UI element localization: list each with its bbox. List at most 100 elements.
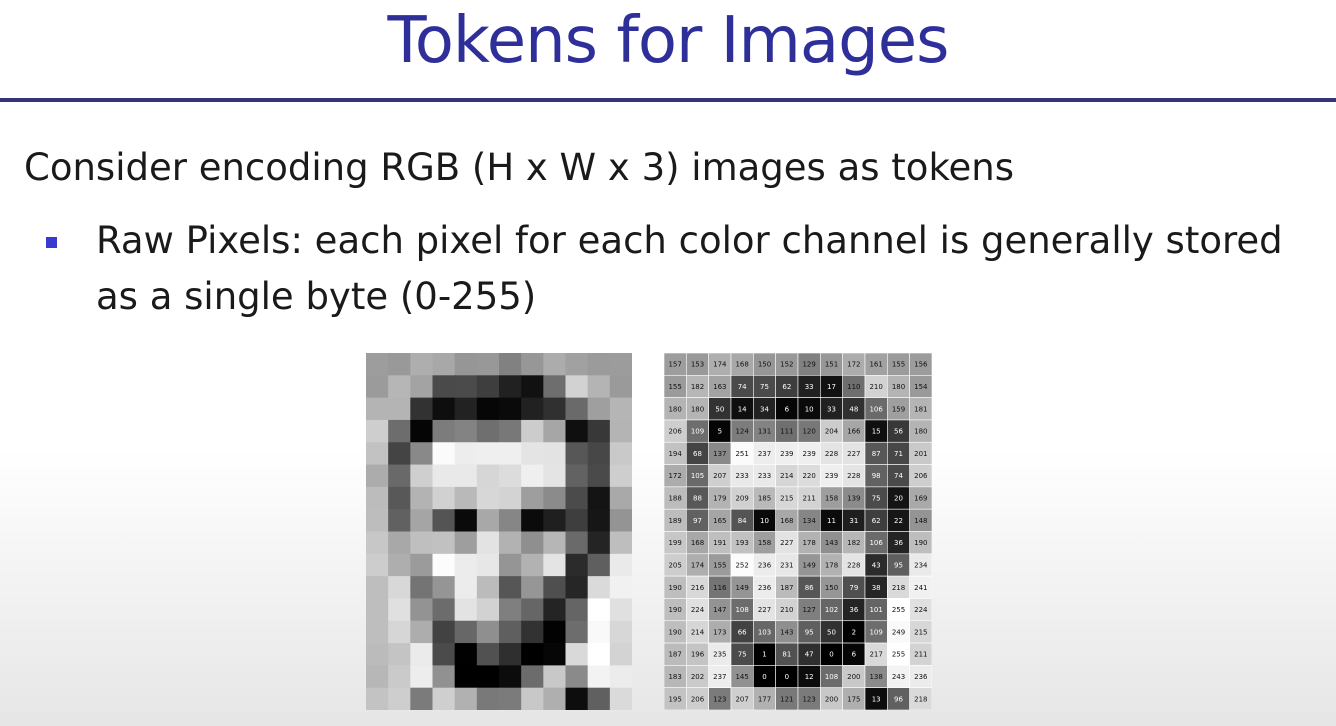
pixel-value-label: 202 — [691, 673, 704, 681]
pixel-value-label: 206 — [668, 428, 682, 436]
pixel-cell — [543, 375, 566, 399]
pixel-cell — [454, 687, 478, 710]
pixel-cell — [388, 531, 411, 555]
pixel-cell — [476, 687, 500, 710]
pixel-value-label: 241 — [914, 584, 927, 592]
pixel-value-label: 235 — [713, 651, 726, 659]
pixel-cell — [366, 509, 389, 532]
pixel-value-label: 36 — [894, 539, 903, 547]
pixel-cell — [609, 419, 632, 443]
pixel-value-label: 149 — [735, 584, 748, 592]
pixel-cell — [388, 687, 411, 710]
pixel-value-label: 227 — [847, 450, 860, 458]
pixel-cell — [543, 397, 566, 421]
pixel-cell — [476, 442, 500, 466]
pixel-value-label: 129 — [802, 361, 815, 369]
pixel-cell — [366, 687, 389, 710]
pixel-value-label: 220 — [802, 472, 815, 480]
pixel-cell — [410, 486, 433, 510]
pixel-cell — [388, 598, 411, 622]
pixel-value-label: 12 — [805, 673, 814, 681]
pixel-cell — [366, 442, 389, 466]
pixel-value-label: 43 — [872, 561, 881, 569]
pixel-cell — [432, 620, 456, 644]
pixel-cell — [388, 620, 411, 644]
pixel-value-label: 174 — [713, 361, 727, 369]
pixel-value-label: 193 — [735, 539, 748, 547]
pixel-cell — [565, 442, 589, 466]
pixel-value-label: 200 — [847, 673, 860, 681]
pixel-cell — [565, 598, 589, 622]
pixel-cell — [499, 643, 522, 666]
pixel-value-label: 205 — [668, 561, 681, 569]
pixel-cell — [366, 486, 389, 510]
pixel-cell — [388, 553, 411, 577]
pixel-cell — [543, 643, 566, 666]
pixel-cell — [476, 375, 500, 399]
pixel-cell — [410, 665, 433, 689]
pixel-cell — [476, 353, 500, 376]
pixel-value-label: 228 — [847, 472, 860, 480]
pixel-cell — [499, 442, 522, 466]
pixel-value-label: 148 — [914, 517, 927, 525]
pixel-value-label: 123 — [713, 695, 726, 703]
pixel-value-label: 177 — [758, 695, 771, 703]
pixel-value-label: 131 — [758, 428, 771, 436]
pixel-cell — [366, 643, 389, 666]
pixel-cell — [366, 620, 389, 644]
pixel-value-label: 190 — [668, 584, 681, 592]
pixel-value-label: 227 — [758, 606, 771, 614]
pixel-value-label: 181 — [914, 405, 927, 413]
pixel-value-label: 108 — [735, 606, 748, 614]
pixel-cell — [410, 464, 433, 488]
pixel-cell — [432, 509, 456, 532]
pixel-value-label: 217 — [869, 651, 882, 659]
pixel-cell — [410, 531, 433, 555]
pixel-value-label: 62 — [782, 383, 791, 391]
pixel-cell — [609, 531, 632, 555]
pixel-cell — [543, 486, 566, 510]
pixel-cell — [410, 598, 433, 622]
pixel-value-label: 103 — [758, 628, 771, 636]
pixelated-portrait-image — [366, 353, 632, 710]
pixel-value-label: 233 — [735, 472, 748, 480]
pixel-value-label: 236 — [758, 561, 772, 569]
pixel-value-label: 20 — [894, 495, 903, 503]
pixel-value-label: 50 — [715, 405, 724, 413]
pixel-value-label: 180 — [892, 383, 905, 391]
pixel-cell — [609, 397, 632, 421]
pixel-cell — [565, 687, 589, 710]
pixel-cell — [366, 553, 389, 577]
pixel-value-label: 196 — [691, 651, 705, 659]
pixel-value-label: 237 — [713, 673, 726, 681]
pixel-cell — [543, 464, 566, 488]
pixel-value-label: 155 — [713, 561, 726, 569]
pixel-cell — [587, 353, 611, 376]
pixel-cell — [543, 553, 566, 577]
pixel-cell — [432, 375, 456, 399]
pixel-cell — [454, 643, 478, 666]
pixel-value-label: 234 — [914, 561, 928, 569]
pixel-cell — [521, 576, 544, 599]
pixel-cell — [476, 486, 500, 510]
pixel-cell — [609, 553, 632, 577]
pixel-value-label: 13 — [872, 695, 881, 703]
pixel-cell — [521, 486, 544, 510]
pixel-cell — [388, 486, 411, 510]
pixel-cell — [366, 419, 389, 443]
pixel-cell — [454, 353, 478, 376]
pixel-value-label: 214 — [780, 472, 794, 480]
pixel-value-label: 106 — [869, 539, 883, 547]
pixel-value-label: 233 — [758, 472, 771, 480]
pixel-cell — [410, 419, 433, 443]
pixel-value-label: 165 — [713, 517, 726, 525]
pixel-cell — [565, 397, 589, 421]
pixel-value-label: 22 — [894, 517, 903, 525]
pixel-cell — [587, 598, 611, 622]
pixel-cell — [499, 620, 522, 644]
pixel-value-label: 147 — [713, 606, 726, 614]
pixel-cell — [388, 419, 411, 443]
pixel-cell — [587, 419, 611, 443]
pixel-value-label: 200 — [825, 695, 838, 703]
pixel-cell — [499, 464, 522, 488]
